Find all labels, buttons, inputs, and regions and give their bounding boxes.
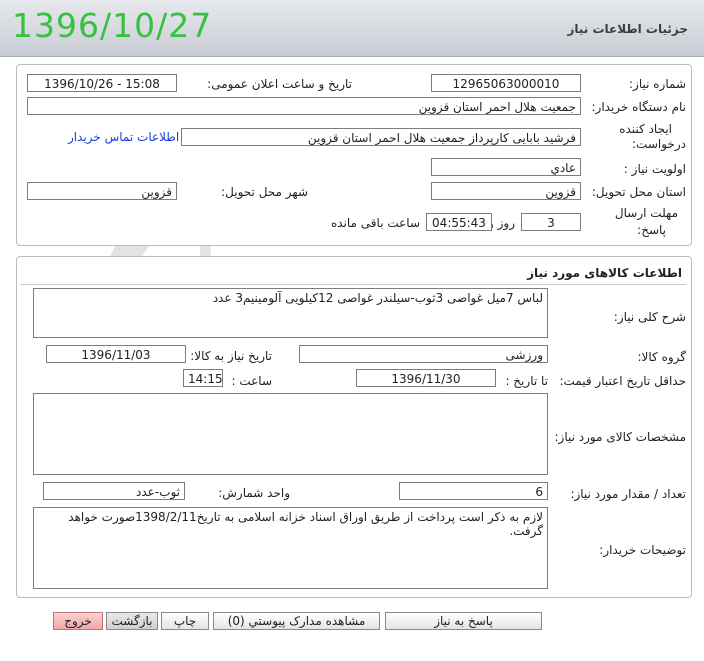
time-left-field: 04:55:43	[426, 213, 492, 231]
general-desc-field: لباس 7میل غواصی 3ثوب-سیلندر غواصی 12کیلو…	[33, 288, 548, 338]
reply-button[interactable]: پاسخ به نیاز	[385, 612, 542, 630]
need-number-label: شماره نیاز:	[629, 77, 686, 91]
goods-group-field: ورزشی	[299, 345, 548, 363]
goods-specs-field	[33, 393, 548, 475]
buyer-contact-link[interactable]: اطلاعات تماس خریدار	[68, 130, 179, 144]
city-field: قزوین	[27, 182, 177, 200]
goods-specs-label: مشخصات کالای مورد نیاز:	[554, 430, 686, 444]
deadline-label-line2: پاسخ:	[637, 223, 666, 237]
creator-label-line2: درخواست:	[632, 137, 686, 151]
goods-section-divider	[20, 284, 686, 285]
unit-field: ثوب-عدد	[43, 482, 185, 500]
page-title: جزئیات اطلاعات نیاز	[567, 22, 688, 36]
until-date-field: 1396/11/30	[356, 369, 496, 387]
need-date-label: تاریخ نیاز به کالا:	[190, 349, 272, 363]
buyer-notes-label: توضیحات خریدار:	[599, 543, 686, 557]
province-label: استان محل تحویل:	[591, 185, 686, 199]
quantity-label: تعداد / مقدار مورد نیاز:	[570, 487, 686, 501]
days-field: 3	[521, 213, 581, 231]
announce-datetime-field: 1396/10/26 - 15:08	[27, 74, 177, 92]
priority-label: اولویت نیاز :	[623, 162, 686, 176]
goods-group-label: گروه کالا:	[637, 350, 687, 364]
buyer-org-field: جمعیت هلال احمر استان قزوین	[27, 97, 581, 115]
province-field: قزوین	[431, 182, 581, 200]
deadline-label-line1: مهلت ارسال	[614, 206, 678, 220]
creator-label-line1: ایجاد کننده	[619, 122, 672, 136]
exit-button[interactable]: خروج	[53, 612, 103, 630]
unit-label: واحد شمارش:	[218, 486, 290, 500]
view-attachments-button[interactable]: مشاهده مدارک پیوستي (0)	[213, 612, 380, 630]
validity-time-label: ساعت :	[231, 374, 272, 388]
header-date: 1396/10/27	[12, 6, 213, 45]
quantity-field: 6	[399, 482, 548, 500]
announce-datetime-label: تاریخ و ساعت اعلان عمومی:	[207, 77, 352, 91]
goods-section-title: اطلاعات کالاهای مورد نیاز	[527, 266, 682, 280]
price-validity-label: حداقل تاریخ اعتبار قیمت:	[559, 374, 686, 388]
print-button[interactable]: چاپ	[161, 612, 209, 630]
time-left-label: ساعت باقی مانده	[330, 216, 420, 230]
creator-field: فرشید بابایی کارپرداز جمعیت هلال احمر اس…	[181, 128, 581, 146]
need-date-field: 1396/11/03	[46, 345, 186, 363]
back-button[interactable]: بازگشت	[106, 612, 158, 630]
days-label: روز و	[488, 216, 515, 230]
need-number-field: 12965063000010	[431, 74, 581, 92]
city-label: شهر محل تحویل:	[221, 185, 308, 199]
validity-time-field: 14:15	[183, 369, 223, 387]
priority-field: عادي	[431, 158, 581, 176]
buyer-notes-field: لازم به ذکر است پرداخت از طریق اوراق اسن…	[33, 507, 548, 589]
general-desc-label: شرح کلی نیاز:	[613, 310, 686, 324]
buyer-org-label: نام دستگاه خریدار:	[591, 100, 687, 114]
until-date-label: تا تاریخ :	[505, 374, 548, 388]
